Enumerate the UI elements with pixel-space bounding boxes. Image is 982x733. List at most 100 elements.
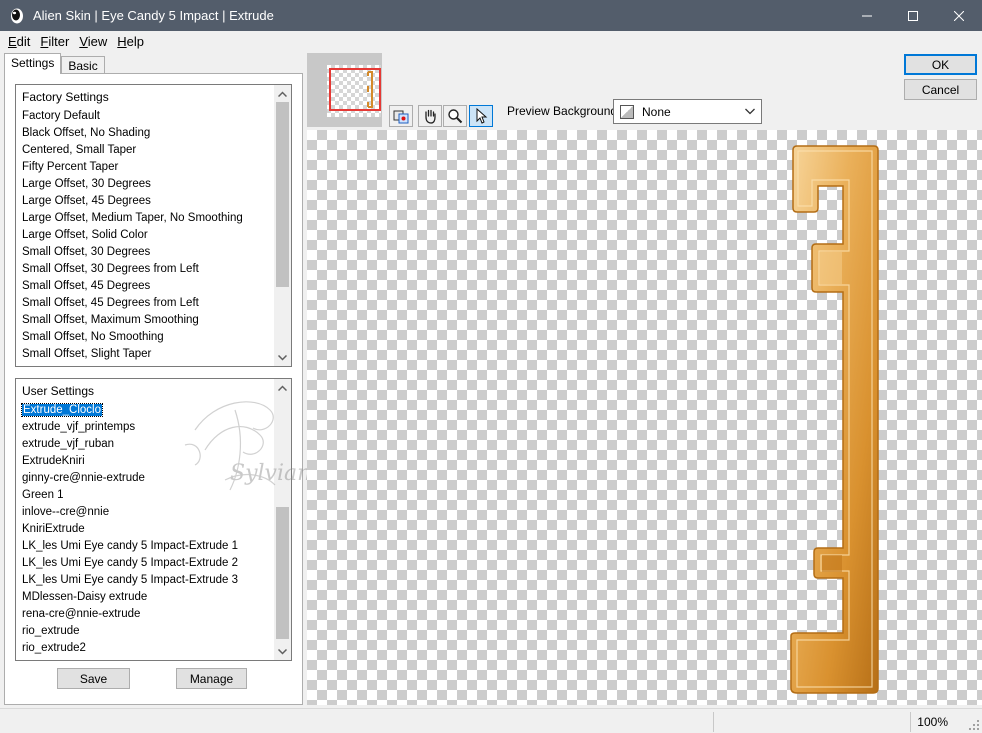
list-item[interactable]: Factory Default <box>16 108 291 125</box>
preview-background-select[interactable]: None <box>613 99 762 124</box>
list-item[interactable]: LK_les Umi Eye candy 5 Impact-Extrude 3 <box>16 572 291 589</box>
scroll-down-icon[interactable] <box>274 643 291 660</box>
list-item[interactable]: rio_extrude2 <box>16 640 291 657</box>
title-bar: Alien Skin | Eye Candy 5 Impact | Extrud… <box>0 0 982 31</box>
magnifier-icon <box>448 109 463 124</box>
status-bar: 100% <box>0 708 982 733</box>
factory-settings-list[interactable]: Factory Settings Factory Default Black Of… <box>15 84 292 367</box>
list-item-label: ginny-cre@nnie-extrude <box>22 472 145 484</box>
list-item[interactable]: rena-cre@nnie-extrude <box>16 606 291 623</box>
list-item-label: Large Offset, Medium Taper, No Smoothing <box>22 212 243 224</box>
alien-skin-app-icon <box>11 8 23 23</box>
preview-background-value: None <box>642 104 671 119</box>
user-scroll-thumb[interactable] <box>276 507 289 639</box>
list-item-label: inlove--cre@nnie <box>22 506 110 518</box>
list-item[interactable]: Small Offset, No Smoothing <box>16 329 291 346</box>
list-item-label: LK_les Umi Eye candy 5 Impact-Extrude 2 <box>22 557 239 569</box>
sylviane-watermark: Sylviane <box>184 401 324 491</box>
list-item[interactable]: MDlessen-Daisy extrude <box>16 589 291 606</box>
factory-scroll-thumb[interactable] <box>276 102 289 287</box>
maximize-button[interactable] <box>890 0 936 31</box>
list-item[interactable]: Large Offset, 45 Degrees <box>16 193 291 210</box>
list-item[interactable]: Small Offset, Maximum Smoothing <box>16 312 291 329</box>
hand-icon <box>425 109 436 124</box>
list-item-label: Small Offset, 45 Degrees from Left <box>22 297 199 309</box>
list-item-label: LK_les Umi Eye candy 5 Impact-Extrude 1 <box>22 540 239 552</box>
list-item-label: Fifty Percent Taper <box>22 161 119 173</box>
window-title: Alien Skin | Eye Candy 5 Impact | Extrud… <box>33 8 274 23</box>
list-item-label: Small Offset, Maximum Smoothing <box>22 314 199 326</box>
list-item[interactable]: Centered, Small Taper <box>16 142 291 159</box>
scroll-down-icon[interactable] <box>274 349 291 366</box>
list-item[interactable]: LK_les Umi Eye candy 5 Impact-Extrude 2 <box>16 555 291 572</box>
tab-settings[interactable]: Settings <box>4 53 62 74</box>
list-item-label: Small Offset, 30 Degrees <box>22 246 151 258</box>
thumbnail-shape <box>367 71 373 108</box>
minimize-icon <box>862 15 872 16</box>
list-item[interactable]: Large Offset, Medium Taper, No Smoothing <box>16 210 291 227</box>
cancel-button[interactable]: Cancel <box>904 79 977 100</box>
preview-compare-icon <box>393 110 409 124</box>
minimize-button[interactable] <box>844 0 890 31</box>
hand-tool-button[interactable] <box>418 105 442 127</box>
list-item[interactable]: LK_les Umi Eye candy 5 Impact-Extrude 1 <box>16 538 291 555</box>
list-item-label: Small Offset, 30 Degrees from Left <box>22 263 199 275</box>
list-item-label: Green 1 <box>22 489 64 501</box>
list-item-label: rena-cre@nnie-extrude <box>22 608 141 620</box>
pointer-arrow-icon <box>476 108 488 124</box>
list-item[interactable]: inlove--cre@nnie <box>16 504 291 521</box>
list-item-label: LK_les Umi Eye candy 5 Impact-Extrude 3 <box>22 574 239 586</box>
list-item[interactable]: Fifty Percent Taper <box>16 159 291 176</box>
zoom-level: 100% <box>917 715 948 729</box>
list-item[interactable]: Small Offset, 45 Degrees <box>16 278 291 295</box>
list-item-label: KniriExtrude <box>22 523 85 535</box>
close-icon <box>954 10 964 21</box>
navigator-view-rectangle[interactable] <box>329 68 381 111</box>
list-item[interactable]: Large Offset, 30 Degrees <box>16 176 291 193</box>
list-item-label: rio_extrude <box>22 625 80 637</box>
list-item[interactable]: Small Offset, 30 Degrees from Left <box>16 261 291 278</box>
pointer-tool-button[interactable] <box>469 105 493 127</box>
save-button[interactable]: Save <box>57 668 130 689</box>
status-separator <box>713 712 714 732</box>
list-item-label: Small Offset, 45 Degrees <box>22 280 151 292</box>
list-item-label: Small Offset, Slight Taper <box>22 348 152 360</box>
close-button[interactable] <box>936 0 982 31</box>
list-item[interactable]: Large Offset, Solid Color <box>16 227 291 244</box>
ok-button[interactable]: OK <box>904 54 977 75</box>
preview-toggle-button[interactable] <box>389 105 413 127</box>
background-swatch-icon <box>620 104 634 119</box>
manage-button[interactable]: Manage <box>176 668 247 689</box>
chevron-down-icon <box>745 108 755 115</box>
list-item-label: Large Offset, Solid Color <box>22 229 148 241</box>
list-item[interactable]: Black Offset, No Shading <box>16 125 291 142</box>
list-item[interactable]: Small Offset, 45 Degrees from Left <box>16 295 291 312</box>
factory-scrollbar[interactable] <box>274 85 291 366</box>
resize-grip-icon <box>969 720 979 730</box>
factory-settings-header: Factory Settings <box>22 90 109 104</box>
list-item-label: extrude_vjf_ruban <box>22 438 115 450</box>
list-item-label: ExtrudeKniri <box>22 455 85 467</box>
menu-filter[interactable]: Filter <box>35 34 74 49</box>
tab-basic[interactable]: Basic <box>61 56 105 74</box>
list-item[interactable]: rio_extrude <box>16 623 291 640</box>
menu-edit[interactable]: Edit <box>3 34 35 49</box>
list-item-label: Centered, Small Taper <box>22 144 137 156</box>
preview-canvas[interactable] <box>307 130 982 705</box>
menu-view[interactable]: View <box>74 34 112 49</box>
list-item-label: Large Offset, 45 Degrees <box>22 195 151 207</box>
list-item-label: extrude_vjf_printemps <box>22 421 136 433</box>
maximize-icon <box>908 10 918 21</box>
list-item[interactable]: KniriExtrude <box>16 521 291 538</box>
preview-background-label: Preview Background: <box>507 104 621 118</box>
scroll-up-icon[interactable] <box>274 85 291 102</box>
list-item-label: Factory Default <box>22 110 100 122</box>
menu-help[interactable]: Help <box>112 34 149 49</box>
list-item-label: Extrude_Cloclo <box>21 403 103 417</box>
list-item[interactable]: Small Offset, 30 Degrees <box>16 244 291 261</box>
list-item-label: Black Offset, No Shading <box>22 127 151 139</box>
list-item[interactable]: Small Offset, Slight Taper <box>16 346 291 363</box>
list-item-label: rio_extrude2 <box>22 642 86 654</box>
zoom-tool-button[interactable] <box>443 105 467 127</box>
list-item-label: MDlessen-Daisy extrude <box>22 591 148 603</box>
